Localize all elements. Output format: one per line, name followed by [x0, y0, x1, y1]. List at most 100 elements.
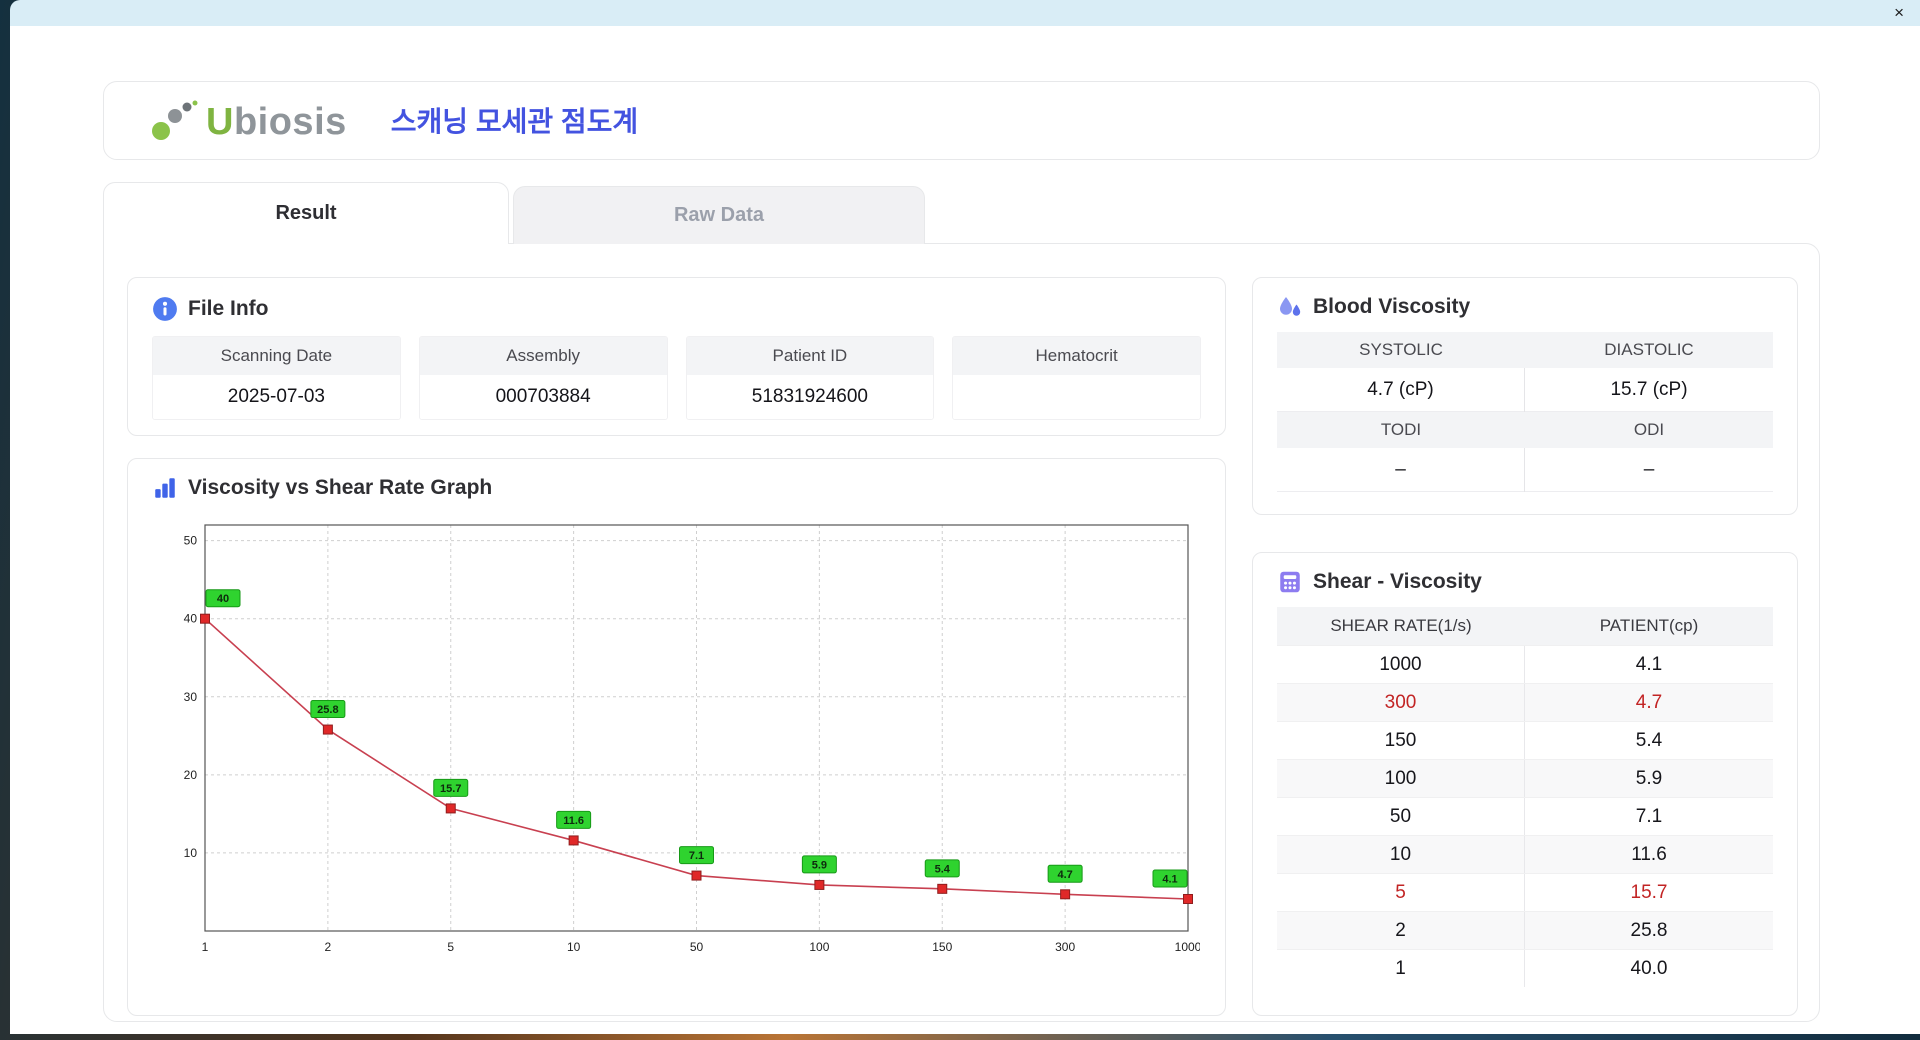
systolic-label: SYSTOLIC [1359, 340, 1443, 359]
diastolic-value: 15.7 (cP) [1610, 379, 1688, 400]
svg-text:30: 30 [184, 690, 198, 704]
field-scanning-date: Scanning Date 2025-07-03 [152, 336, 401, 420]
diastolic-label: DIASTOLIC [1604, 340, 1694, 359]
todi-label: TODI [1380, 420, 1422, 439]
svg-text:4.1: 4.1 [1162, 873, 1177, 885]
svg-text:20: 20 [184, 768, 198, 782]
page-title: 스캐닝 모세관 점도계 [390, 105, 639, 137]
ubiosis-logo: Ubiosis [150, 100, 347, 142]
field-label: Assembly [419, 337, 667, 375]
tab-raw-data-label: Raw Data [673, 204, 765, 226]
bv-value-row: – – [1277, 448, 1773, 492]
shear-rate-cell: 150 [1277, 722, 1525, 759]
table-header-row: SHEAR RATE(1/s) PATIENT(cp) [1277, 607, 1773, 645]
graph-title: Viscosity vs Shear Rate Graph [188, 476, 493, 499]
svg-text:5.4: 5.4 [935, 863, 951, 875]
table-row: 1000 4.1 [1277, 645, 1773, 683]
svg-text:7.1: 7.1 [689, 850, 704, 862]
svg-text:5.9: 5.9 [812, 859, 827, 871]
logo-dots-icon [152, 100, 198, 140]
table-row: 5 15.7 [1277, 873, 1773, 911]
viscosity-chart: 10 20 30 40 50 1 2 5 10 50 100 150 300 1000 40 25.8 15.7… [184, 524, 1202, 954]
shear-rate-cell: 100 [1277, 760, 1525, 797]
table-row: 10 11.6 [1277, 835, 1773, 873]
patient-value-cell: 4.1 [1635, 654, 1663, 675]
svg-text:100: 100 [809, 940, 829, 954]
close-icon[interactable]: × [1894, 2, 1904, 24]
bar-chart-icon [152, 475, 178, 501]
svg-text:1: 1 [202, 940, 209, 954]
blood-viscosity-title: Blood Viscosity [1313, 295, 1471, 318]
shear-rate-cell: 2 [1277, 912, 1525, 949]
viscosity-graph-card: Viscosity vs Shear Rate Graph 10 20 30 40 50… [127, 458, 1226, 1016]
table-row: 100 5.9 [1277, 759, 1773, 797]
patient-value-cell: 5.4 [1635, 730, 1663, 751]
shear-rate-cell: 1 [1277, 950, 1525, 987]
field-value: 51831924600 [686, 375, 934, 419]
odi-label: ODI [1633, 420, 1665, 439]
svg-text:40: 40 [184, 612, 198, 626]
tab-raw-data[interactable]: Raw Data [513, 186, 925, 244]
blood-viscosity-card: Blood Viscosity SYSTOLIC DIASTOLIC 4.7 (… [1252, 277, 1798, 515]
svg-text:50: 50 [184, 534, 198, 548]
field-patient-id: Patient ID 51831924600 [685, 336, 935, 420]
info-icon [152, 296, 178, 322]
svg-text:150: 150 [932, 940, 952, 954]
window-titlebar: × [10, 0, 1920, 26]
field-label: Hematocrit [953, 337, 1200, 375]
svg-text:15.7: 15.7 [440, 783, 461, 795]
shear-viscosity-title: Shear - Viscosity [1313, 570, 1482, 593]
patient-value-cell: 5.9 [1635, 768, 1663, 789]
patient-value-cell: 25.8 [1630, 920, 1668, 941]
svg-text:1000: 1000 [1175, 940, 1200, 954]
droplets-icon [1277, 294, 1303, 320]
patient-value-cell: 7.1 [1635, 806, 1663, 827]
systolic-value: 4.7 (cP) [1277, 368, 1525, 412]
logo-text: Ubiosis [206, 100, 347, 143]
table-row: 2 25.8 [1277, 911, 1773, 949]
svg-text:40: 40 [217, 593, 229, 605]
file-info-fields: Scanning Date 2025-07-03 Assembly 000703… [152, 336, 1201, 420]
blood-viscosity-grid: SYSTOLIC DIASTOLIC 4.7 (cP) 15.7 (cP) TO… [1277, 332, 1773, 492]
shear-rate-cell: 1000 [1277, 646, 1525, 683]
shear-viscosity-table: SHEAR RATE(1/s) PATIENT(cp) 1000 4.1 300 4.… [1277, 607, 1773, 987]
bv-label-row: SYSTOLIC DIASTOLIC [1277, 332, 1773, 368]
tab-result-label: Result [275, 202, 337, 224]
shear-rate-cell: 10 [1277, 836, 1525, 873]
svg-text:5: 5 [447, 940, 454, 954]
field-assembly: Assembly 000703884 [418, 336, 668, 420]
field-label: Patient ID [686, 337, 934, 375]
svg-text:2: 2 [325, 940, 332, 954]
svg-text:4.7: 4.7 [1057, 869, 1072, 881]
calculator-icon [1277, 569, 1303, 595]
tab-result[interactable]: Result [103, 182, 509, 244]
field-value: 000703884 [419, 375, 667, 419]
svg-text:10: 10 [567, 940, 581, 954]
svg-text:11.6: 11.6 [563, 815, 584, 827]
table-row: 50 7.1 [1277, 797, 1773, 835]
field-label: Scanning Date [153, 337, 400, 375]
bv-value-row: 4.7 (cP) 15.7 (cP) [1277, 368, 1773, 412]
shear-rate-cell: 300 [1277, 684, 1525, 721]
shear-rate-cell: 5 [1277, 874, 1525, 911]
patient-value-cell: 15.7 [1630, 882, 1668, 903]
shear-table-body: 1000 4.1 300 4.7 150 5.4 100 5.9 50 7.1 10 11.6 5 15.… [1277, 645, 1773, 987]
app-header: Ubiosis 스캐닝 모세관 점도계 [103, 81, 1820, 160]
field-hematocrit: Hematocrit [952, 336, 1201, 420]
svg-text:50: 50 [690, 940, 704, 954]
shear-rate-cell: 50 [1277, 798, 1525, 835]
file-info-title: File Info [188, 297, 269, 320]
table-row: 150 5.4 [1277, 721, 1773, 759]
patient-value-cell: 40.0 [1630, 958, 1668, 979]
shear-rate-column-header: SHEAR RATE(1/s) [1330, 616, 1472, 635]
svg-text:10: 10 [184, 846, 198, 860]
table-row: 300 4.7 [1277, 683, 1773, 721]
field-value [953, 375, 1200, 419]
table-row: 1 40.0 [1277, 949, 1773, 987]
file-info-card: File Info Scanning Date 2025-07-03 Assem… [127, 277, 1226, 436]
patient-value-cell: 4.7 [1635, 692, 1663, 713]
odi-value: – [1643, 459, 1655, 480]
svg-text:25.8: 25.8 [317, 704, 338, 716]
field-value: 2025-07-03 [153, 375, 400, 419]
result-panel: File Info Scanning Date 2025-07-03 Assem… [103, 243, 1820, 1022]
